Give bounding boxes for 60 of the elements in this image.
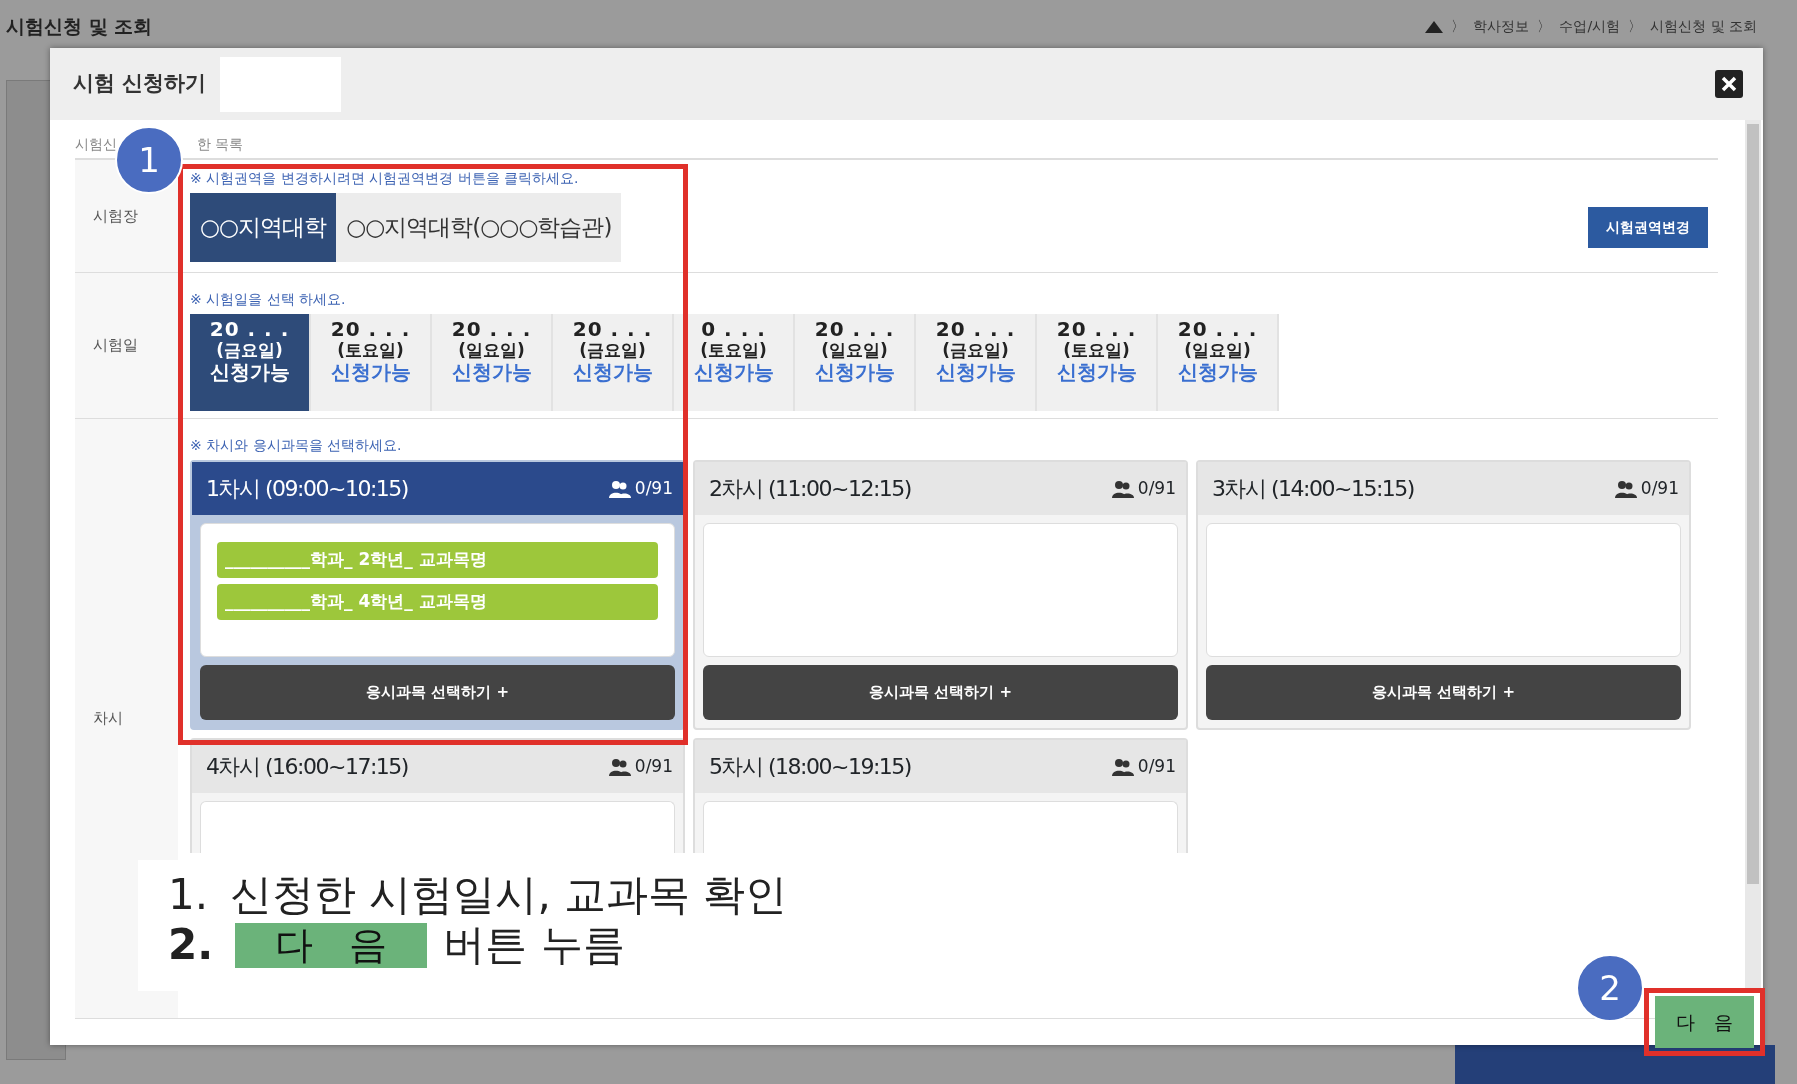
- date-tab[interactable]: 20 . . . (금요일) 신청가능: [190, 314, 311, 411]
- breadcrumb-item[interactable]: 수업/시험: [1559, 16, 1621, 37]
- session-card[interactable]: 5차시 (18:00~19:15) 0/91: [693, 738, 1188, 853]
- close-button[interactable]: [1715, 70, 1743, 98]
- session-title: 1차시 (09:00~10:15): [206, 475, 408, 503]
- date-tab[interactable]: 20 . . . (일요일) 신청가능: [1158, 314, 1279, 411]
- breadcrumb-separator: 〉: [1628, 17, 1643, 36]
- notice-text: ※ 차시와 응시과목을 선택하세요.: [190, 436, 403, 455]
- session-title: 4차시 (16:00~17:15): [206, 753, 408, 781]
- date-tab[interactable]: 0 . . . (토요일) 신청가능: [674, 314, 795, 411]
- breadcrumb-separator: 〉: [1537, 17, 1552, 36]
- scrollbar[interactable]: [1745, 120, 1761, 990]
- session-card[interactable]: 1차시 (09:00~10:15) 0/91 __________학과_ 2학년_ 교과목명 __________학과_ 4학년_ 교과목명 응시과목 선택하기 +: [190, 460, 685, 730]
- date-tab[interactable]: 20 . . . (일요일) 신청가능: [795, 314, 916, 411]
- session-card[interactable]: 4차시 (16:00~17:15) 0/91: [190, 738, 685, 853]
- session-title: 2차시 (11:00~12:15): [709, 475, 911, 503]
- breadcrumb-item[interactable]: 학사정보: [1473, 16, 1530, 37]
- seat-count: 0/91: [1137, 754, 1176, 778]
- session-title: 3차시 (14:00~15:15): [1212, 475, 1414, 503]
- people-icon: [1111, 757, 1134, 776]
- change-region-button[interactable]: 시험권역변경: [1588, 207, 1708, 248]
- row-label: 시험일: [93, 335, 138, 357]
- row-label: 차시: [93, 708, 123, 730]
- breadcrumb-separator: 〉: [1451, 17, 1466, 36]
- button-sample: 다 음: [235, 922, 428, 969]
- seat-count: 0/91: [1137, 476, 1176, 500]
- seat-count: 0/91: [1640, 476, 1679, 500]
- select-subject-button[interactable]: 응시과목 선택하기 +: [1206, 665, 1681, 720]
- date-tab[interactable]: 20 . . . (토요일) 신청가능: [1037, 314, 1158, 411]
- seat-count: 0/91: [634, 476, 673, 500]
- venue-option[interactable]: ○○지역대학: [190, 193, 337, 262]
- date-tab[interactable]: 20 . . . (토요일) 신청가능: [311, 314, 432, 411]
- date-tab[interactable]: 20 . . . (일요일) 신청가능: [432, 314, 553, 411]
- home-icon: [1425, 20, 1444, 33]
- row-label: 시험장: [93, 205, 138, 227]
- step-number: 1.: [168, 870, 209, 921]
- people-icon: [1614, 479, 1637, 498]
- people-icon: [608, 479, 631, 498]
- instruction-text: 신청한 시험일시, 교과목 확인: [230, 870, 788, 921]
- notice-text: ※ 시험일을 선택 하세요.: [190, 290, 347, 309]
- instruction-text: 버튼 누름: [443, 920, 625, 971]
- page-title: 시험신청 및 조회: [6, 14, 153, 39]
- select-subject-button[interactable]: 응시과목 선택하기 +: [200, 665, 675, 720]
- session-card[interactable]: 2차시 (11:00~12:15) 0/91 응시과목 선택하기 +: [693, 460, 1188, 730]
- select-subject-button[interactable]: 응시과목 선택하기 +: [703, 665, 1178, 720]
- breadcrumb-item[interactable]: 시험신청 및 조회: [1650, 16, 1757, 37]
- people-icon: [608, 757, 631, 776]
- date-tab[interactable]: 20 . . . (금요일) 신청가능: [916, 314, 1037, 411]
- next-button[interactable]: 다 음: [1655, 996, 1754, 1048]
- venue-option[interactable]: ○○지역대학(○○○학습관): [336, 193, 622, 262]
- notice-text: ※ 시험권역을 변경하시려면 시험권역변경 버튼을 클릭하세요.: [190, 169, 580, 188]
- seat-count: 0/91: [634, 754, 673, 778]
- section-label: 한 목록: [197, 135, 244, 154]
- people-icon: [1111, 479, 1134, 498]
- modal-title: 시험 신청하기: [73, 70, 207, 98]
- session-title: 5차시 (18:00~19:15): [709, 753, 911, 781]
- section-label: 시험신: [75, 135, 117, 154]
- session-card[interactable]: 3차시 (14:00~15:15) 0/91 응시과목 선택하기 +: [1196, 460, 1691, 730]
- step-number: 2.: [168, 920, 214, 971]
- date-tab[interactable]: 20 . . . (금요일) 신청가능: [553, 314, 674, 411]
